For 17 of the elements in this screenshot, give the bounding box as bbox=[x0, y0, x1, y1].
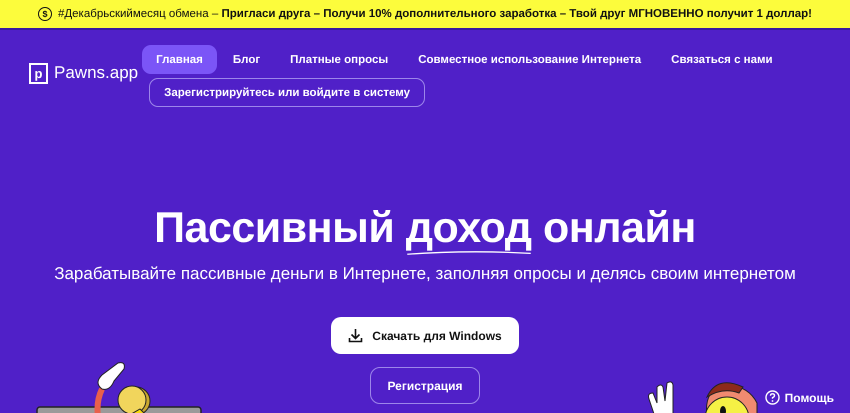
nav-tab[interactable]: Главная bbox=[142, 45, 217, 74]
nav-tab[interactable]: Совместное использование Интернета bbox=[404, 45, 656, 74]
hero-subtitle: Зарабатывайте пассивные деньги в Интернете, заполняя опросы и делясь своим интернетом bbox=[54, 264, 796, 284]
help-icon bbox=[764, 390, 780, 405]
nav-tab[interactable]: Связаться с нами bbox=[657, 45, 787, 74]
login-button[interactable]: Зарегистрируйтесь или войдите в систему bbox=[149, 78, 425, 107]
download-icon bbox=[348, 328, 364, 343]
nav-tab[interactable]: Платные опросы bbox=[276, 45, 402, 74]
dollar-icon: $ bbox=[38, 7, 52, 21]
hero-title: Пассивный доход онлайн bbox=[154, 203, 696, 253]
logo-icon: p bbox=[29, 62, 48, 84]
help-button[interactable]: Помощь bbox=[764, 390, 834, 405]
nav-tab[interactable]: Блог bbox=[218, 45, 274, 74]
site-logo[interactable]: p Pawns.app bbox=[29, 63, 138, 83]
download-button[interactable]: Скачать для Windows bbox=[331, 317, 519, 354]
promo-text: #Декабрьскиймесяц обмена – Пригласи друга – Получи 10% дополнительного заработка – Твой друг МГНОВЕННО получит 1 доллар! bbox=[58, 8, 812, 20]
register-button[interactable]: Регистрация bbox=[370, 367, 480, 404]
